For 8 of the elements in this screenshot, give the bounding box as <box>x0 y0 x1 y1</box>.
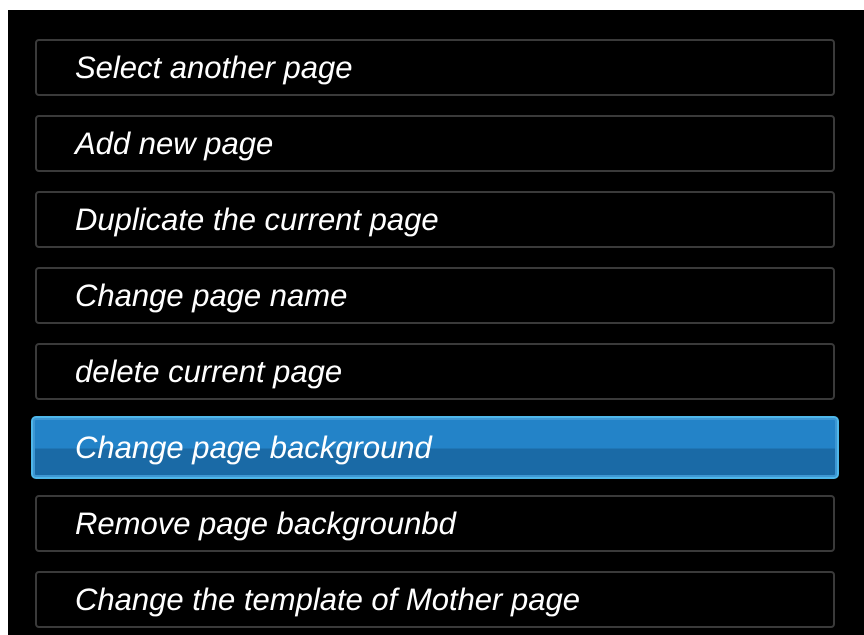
menu-item[interactable]: Remove page backgrounbd <box>35 495 835 552</box>
menu-item[interactable]: Change page name <box>35 267 835 324</box>
menu-item[interactable]: Duplicate the current page <box>35 191 835 248</box>
menu-item[interactable]: Add new page <box>35 115 835 172</box>
menu-item[interactable]: Select another page <box>35 39 835 96</box>
menu-item[interactable]: Change the template of Mother page <box>35 571 835 628</box>
menu-item[interactable]: delete current page <box>35 343 835 400</box>
menu-item[interactable]: Change page background <box>31 416 839 479</box>
